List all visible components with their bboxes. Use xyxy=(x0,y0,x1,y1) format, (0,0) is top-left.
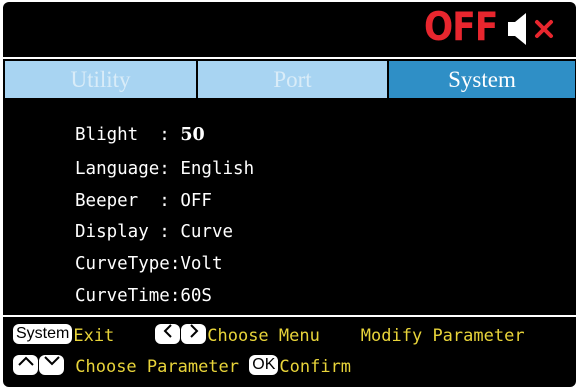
param-label: CurveType: xyxy=(75,254,181,274)
header-divider xyxy=(3,57,576,59)
param-label: CurveTime: xyxy=(75,286,181,306)
param-label: Display : xyxy=(75,222,181,242)
modify-parameter-hint: Modify Parameter xyxy=(360,326,525,346)
param-curve-time[interactable]: CurveTime:60S xyxy=(75,283,212,309)
param-label: Blight : xyxy=(75,125,181,145)
right-arrow-key-icon xyxy=(181,324,207,344)
confirm-hint: Confirm xyxy=(279,357,352,377)
up-arrow-key-icon xyxy=(13,355,38,375)
param-value: English xyxy=(180,159,255,179)
param-display[interactable]: Display : Curve xyxy=(75,219,233,245)
help-line-1: System Exit Choose Menu Modify Parameter xyxy=(13,323,525,349)
param-language[interactable]: Language: English xyxy=(75,156,254,182)
param-label: Beeper : xyxy=(75,191,181,211)
ok-key: OK xyxy=(249,355,279,375)
param-value: OFF xyxy=(180,191,212,211)
footer-divider xyxy=(3,315,576,317)
tab-port[interactable]: Port xyxy=(196,61,387,98)
choose-menu-hint: Choose Menu xyxy=(207,326,320,346)
system-key: System xyxy=(13,324,73,344)
menu-tabs: Utility Port System xyxy=(5,61,575,98)
param-value: 60S xyxy=(180,286,212,306)
param-blight[interactable]: Blight : 50 xyxy=(75,122,205,148)
device-screen: OFF Utility Port System Blight : 50 Lang… xyxy=(3,2,576,387)
mute-status-label: OFF xyxy=(424,5,498,50)
choose-parameter-hint: Choose Parameter xyxy=(75,357,240,377)
exit-hint: Exit xyxy=(73,326,115,346)
param-curve-type[interactable]: CurveType:Volt xyxy=(75,251,223,277)
tab-utility[interactable]: Utility xyxy=(5,61,196,98)
help-line-2: Choose Parameter OK Confirm xyxy=(13,354,351,380)
param-value: Volt xyxy=(180,254,223,274)
status-bar: OFF xyxy=(3,2,576,54)
param-beeper[interactable]: Beeper : OFF xyxy=(75,188,212,214)
param-value: Curve xyxy=(180,222,234,242)
speaker-muted-icon[interactable] xyxy=(504,10,558,48)
down-arrow-key-icon xyxy=(39,355,64,375)
left-arrow-key-icon xyxy=(155,324,181,344)
param-label: Language: xyxy=(75,159,181,179)
tab-system[interactable]: System xyxy=(387,61,575,98)
param-value: 50 xyxy=(180,125,205,145)
